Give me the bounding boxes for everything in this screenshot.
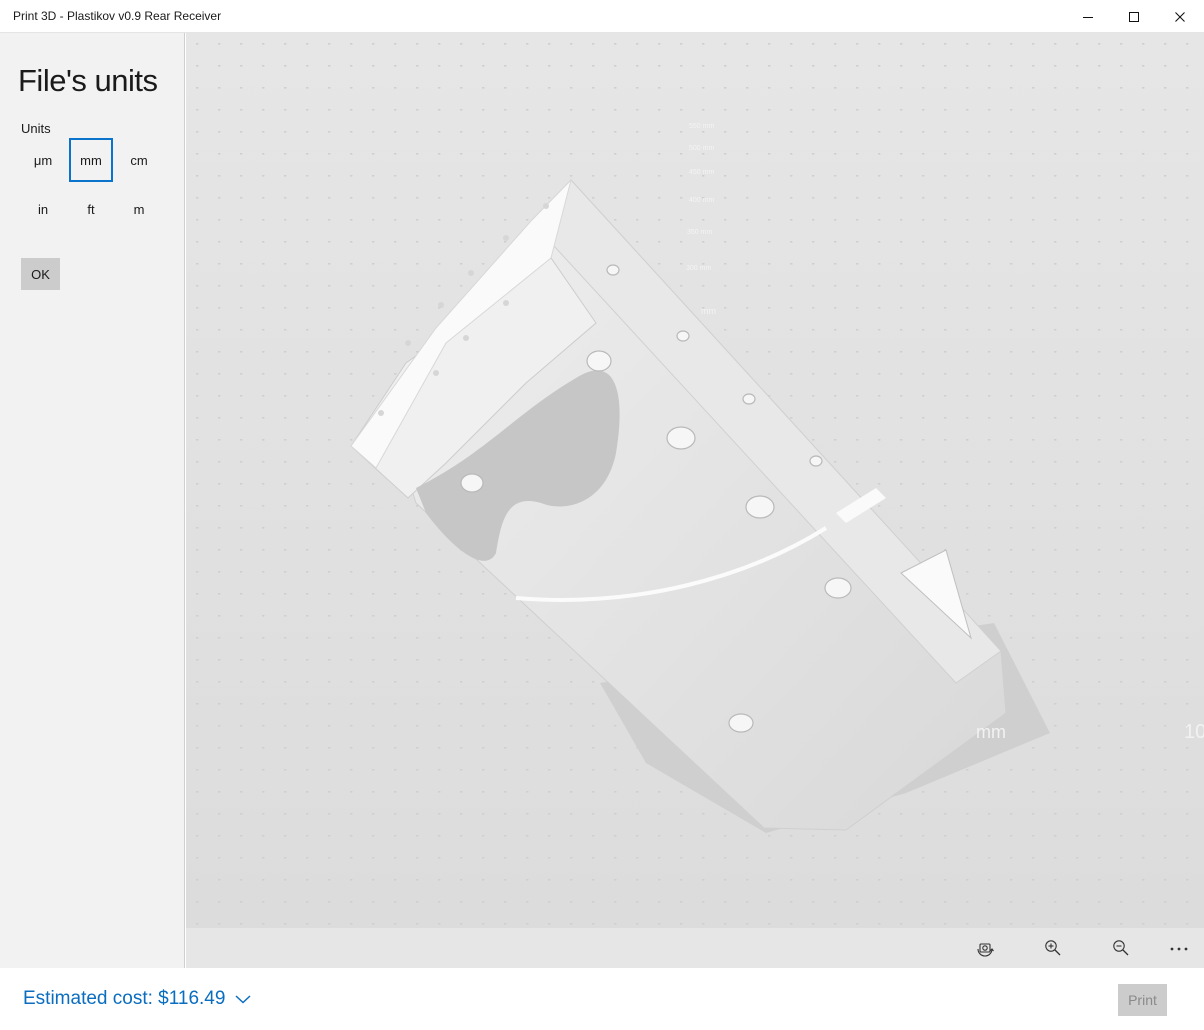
zoom-in-icon <box>1045 940 1061 956</box>
estimated-cost-dropdown[interactable]: Estimated cost: $116.49 <box>23 988 251 1010</box>
reset-view-button[interactable] <box>969 932 1001 964</box>
zoom-in-button[interactable] <box>1037 932 1069 964</box>
ok-button[interactable]: OK <box>21 258 60 290</box>
3d-viewport[interactable]: 550 mm 500 mm 450 mm 400 mm 350 mm 300 m… <box>186 33 1204 928</box>
scale-label: 400 mm <box>689 197 714 204</box>
print-button[interactable]: Print <box>1118 984 1167 1016</box>
scale-label: mm <box>701 306 716 316</box>
unit-ft-button[interactable]: ft <box>69 187 113 231</box>
scale-label: 350 mm <box>687 229 712 236</box>
more-icon <box>1170 947 1188 951</box>
scale-label: 500 mm <box>689 145 714 152</box>
bottom-bar: Estimated cost: $116.49 Print <box>0 968 1204 1030</box>
unit-cm-button[interactable]: cm <box>117 138 161 182</box>
zoom-out-button[interactable] <box>1105 932 1137 964</box>
title-bar: Print 3D - Plastikov v0.9 Rear Receiver <box>0 0 1204 33</box>
chevron-down-icon <box>235 988 251 1010</box>
maximize-button[interactable] <box>1111 0 1157 33</box>
scale-label: 550 mm <box>689 123 714 130</box>
estimated-cost-label: Estimated cost: $116.49 <box>23 988 226 1009</box>
zoom-out-icon <box>1113 940 1129 956</box>
scale-label: 450 mm <box>689 169 714 176</box>
scale-edge-label: 10 <box>1184 721 1204 743</box>
scale-label: 300 mm <box>686 265 711 272</box>
unit-m-button[interactable]: m <box>117 187 161 231</box>
unit-um-button[interactable]: μm <box>21 138 65 182</box>
more-options-button[interactable] <box>1163 932 1195 964</box>
view-toolbar <box>186 928 1204 968</box>
minimize-icon <box>1083 16 1093 18</box>
scale-side-label: mm <box>976 722 1006 742</box>
units-label: Units <box>21 121 51 136</box>
close-icon <box>1175 11 1185 22</box>
close-button[interactable] <box>1157 0 1203 33</box>
panel-title: File's units <box>18 63 158 98</box>
units-panel: File's units Units μm mm cm in ft m OK <box>0 33 185 968</box>
minimize-button[interactable] <box>1065 0 1111 33</box>
unit-mm-button[interactable]: mm <box>69 138 113 182</box>
maximize-icon <box>1129 11 1139 22</box>
unit-in-button[interactable]: in <box>21 187 65 231</box>
camera-rotate-icon <box>977 943 994 957</box>
model-scene: 550 mm 500 mm 450 mm 400 mm 350 mm 300 m… <box>186 33 1204 928</box>
window-title: Print 3D - Plastikov v0.9 Rear Receiver <box>13 9 222 23</box>
